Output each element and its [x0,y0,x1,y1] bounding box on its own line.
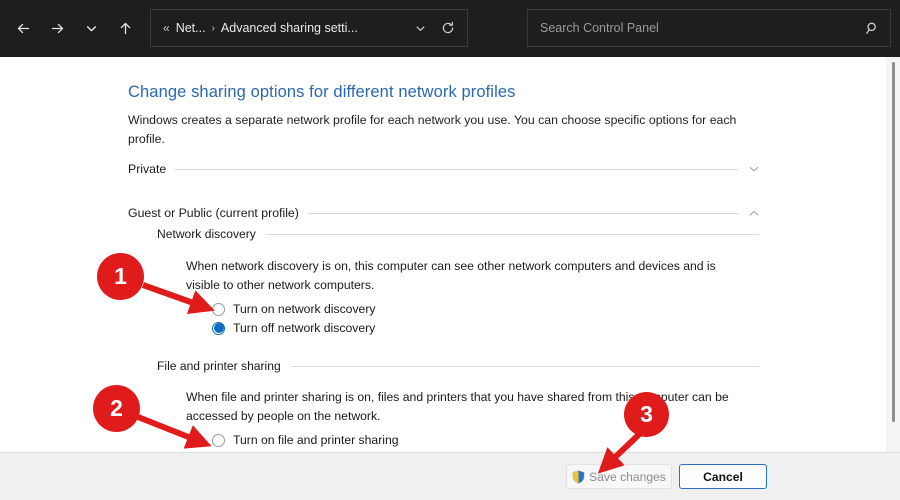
page-description: Windows creates a separate network profi… [128,113,737,147]
turn-on-file-printer-sharing-option[interactable]: Turn on file and printer sharing [212,433,399,447]
scrollbar-thumb[interactable] [892,62,895,422]
back-arrow-icon [17,23,29,34]
profile-label-guest-or-public: Guest or Public (current profile) [128,206,299,220]
chevron-down-icon[interactable] [738,162,760,176]
radio-label: Turn on file and printer sharing [233,433,399,447]
search-input[interactable] [540,21,865,35]
dialog-footer: Save changes Cancel [0,452,900,500]
chevron-up-icon[interactable] [738,206,760,220]
profile-divider [307,212,738,214]
radio-label: Turn on network discovery [233,302,376,316]
network-discovery-description: When network discovery is on, this compu… [186,259,716,292]
profile-label-private: Private [128,162,167,176]
turn-on-file-printer-sharing-radio[interactable] [212,433,225,447]
address-dropdown-button[interactable] [409,17,431,39]
profile-section-private[interactable]: Private [128,160,760,178]
window-chrome-titlebar: « Net... › Advanced sharing setti... [0,0,900,57]
forward-button[interactable] [40,12,74,46]
cancel-label: Cancel [703,469,743,484]
annotation-badge-1: 1 [97,253,144,300]
up-arrow-icon [120,22,130,35]
uac-shield-icon [572,469,585,484]
chevron-down-icon [416,26,424,31]
save-changes-button[interactable]: Save changes [566,464,672,489]
subsection-heading: File and printer sharing [157,359,281,373]
subsection-network-discovery: Network discovery [157,226,759,242]
save-changes-label: Save changes [589,469,666,484]
breadcrumb-overflow-icon[interactable]: « [163,21,170,35]
subsection-heading: Network discovery [157,227,256,241]
annotation-badge-3: 3 [624,392,669,437]
address-bar[interactable]: « Net... › Advanced sharing setti... [150,9,468,47]
turn-on-network-discovery-radio[interactable] [212,302,225,316]
turn-off-network-discovery-option[interactable]: Turn off network discovery [212,321,375,335]
profile-section-guest-or-public[interactable]: Guest or Public (current profile) [128,204,760,222]
radio-label: Turn off network discovery [233,321,376,335]
subsection-divider [265,233,759,235]
profile-divider [175,168,738,170]
page-title: Change sharing options for different net… [128,83,516,101]
chevron-down-icon [86,26,96,32]
subsection-divider [290,365,759,367]
up-button[interactable] [108,12,142,46]
annotation-badge-2: 2 [93,385,140,432]
recent-locations-button[interactable] [74,12,108,46]
back-button[interactable] [6,12,40,46]
breadcrumb-item-advanced-sharing[interactable]: Advanced sharing setti... [221,21,358,35]
search-icon [866,22,876,34]
breadcrumb-item-network[interactable]: Net... [176,21,206,35]
turn-on-network-discovery-option[interactable]: Turn on network discovery [212,302,375,316]
vertical-scrollbar[interactable] [886,57,900,452]
chevron-down-glyph [749,166,759,172]
cancel-button[interactable]: Cancel [679,464,767,489]
refresh-icon [442,21,454,34]
chevron-up-glyph [749,210,759,216]
forward-arrow-icon [51,23,63,34]
turn-off-network-discovery-radio[interactable] [212,321,225,335]
search-box[interactable] [527,9,891,47]
breadcrumb-separator-icon: › [211,22,215,34]
search-button[interactable] [865,21,880,36]
navigation-button-group [0,0,142,57]
subsection-file-and-printer-sharing: File and printer sharing [157,358,759,374]
refresh-button[interactable] [437,17,459,39]
